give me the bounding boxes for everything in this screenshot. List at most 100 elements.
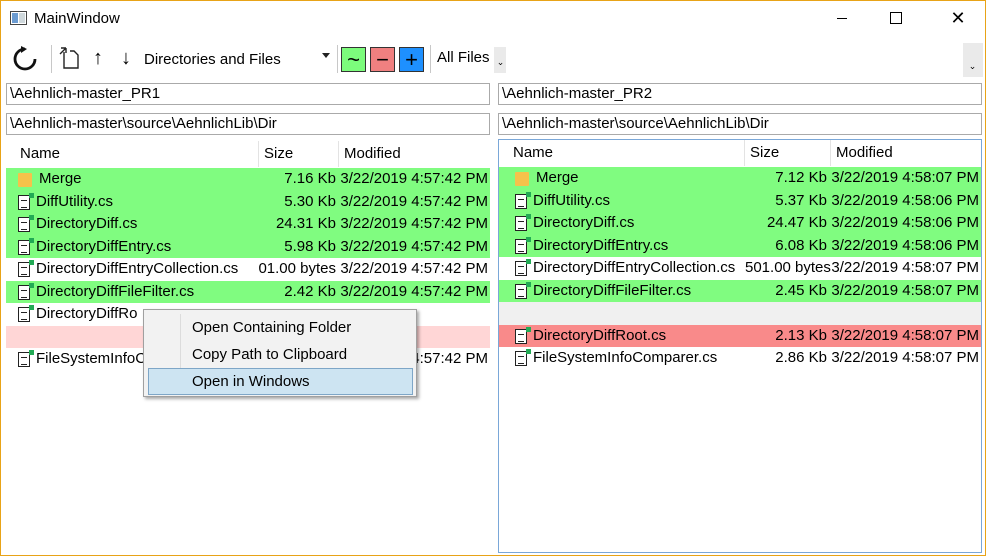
column-size-header[interactable]: Size <box>259 141 339 167</box>
file-name: DirectoryDiffEntry.cs <box>36 237 172 255</box>
table-row[interactable]: Merge 7.12 Kb 3/22/2019 4:58:07 PM <box>499 167 981 190</box>
cell-name: DirectoryDiffFileFilter.cs <box>499 280 745 303</box>
cell-modified: 3/22/2019 4:58:07 PM <box>831 349 979 366</box>
folder-icon <box>18 173 32 188</box>
file-icon <box>18 350 34 368</box>
right-current-path[interactable]: \Aehnlich-master\source\AehnlichLib\Dir <box>498 113 982 135</box>
cell-modified: 3/22/2019 4:58:07 PM <box>831 169 979 186</box>
cell-modified: 3/22/2019 4:58:06 PM <box>831 236 979 254</box>
cell-size: 7.16 Kb <box>284 170 336 187</box>
show-equal-button[interactable]: ~ <box>341 47 366 72</box>
file-icon <box>515 214 531 232</box>
cell-name: DirectoryDiffFileFilter.cs <box>6 281 258 304</box>
cell-modified: 3/22/2019 4:58:06 PM <box>831 214 979 231</box>
file-filter-dropdown[interactable]: ⌄ <box>494 47 506 73</box>
file-name: DirectoryDiffFileFilter.cs <box>36 282 195 300</box>
file-icon <box>515 326 531 344</box>
cell-size: 7.12 Kb <box>775 169 827 186</box>
column-modified-header[interactable]: Modified <box>339 141 490 167</box>
cell-name: DirectoryDiffEntry.cs <box>499 235 745 258</box>
menu-item-copy-path[interactable]: Copy Path to Clipboard <box>148 341 413 368</box>
view-mode-select[interactable]: Directories and Files <box>144 46 334 72</box>
table-row[interactable]: DirectoryDiff.cs 24.31 Kb 3/22/2019 4:57:4… <box>6 213 490 236</box>
cell-size: 2.13 Kb <box>775 326 827 344</box>
down-arrow-button[interactable]: ↓ <box>115 45 137 71</box>
file-icon <box>515 349 531 367</box>
cell-modified: 3/22/2019 4:57:42 PM <box>340 260 488 277</box>
cell-size: 2.45 Kb <box>775 281 827 299</box>
toolbar: ↑ ↓ Directories and Files ~ − + All File… <box>1 41 985 77</box>
file-name: DiffUtility.cs <box>36 192 113 210</box>
cell-size: 5.37 Kb <box>775 191 827 209</box>
table-row[interactable]: DiffUtility.cs 5.30 Kb 3/22/2019 4:57:42 P… <box>6 190 490 214</box>
minimize-button[interactable] <box>819 1 865 35</box>
show-deleted-button[interactable]: − <box>370 47 395 72</box>
file-icon <box>18 260 34 278</box>
file-name: Merge <box>536 169 579 186</box>
file-filter-value[interactable]: All Files <box>437 49 490 66</box>
table-row[interactable]: DirectoryDiff.cs 24.47 Kb 3/22/2019 4:58:0… <box>499 212 981 235</box>
table-row[interactable]: DirectoryDiffRoot.cs 2.13 Kb 3/22/2019 4:5… <box>499 324 981 347</box>
toolbar-separator <box>51 45 52 73</box>
file-name: Merge <box>39 170 82 187</box>
toolbar-separator <box>337 45 338 73</box>
table-row[interactable]: DirectoryDiffEntry.cs 5.98 Kb 3/22/2019 4:… <box>6 235 490 259</box>
cell-size: 24.31 Kb <box>275 215 336 232</box>
table-row[interactable]: FileSystemInfoComparer.cs 2.86 Kb 3/22/201… <box>499 347 981 370</box>
left-root-path[interactable]: \Aehnlich-master_PR1 <box>6 83 490 105</box>
cell-size: 501.00 bytes <box>745 259 831 276</box>
cell-size: 5.30 Kb <box>284 192 336 210</box>
column-name-header[interactable]: Name <box>6 141 259 167</box>
right-rows: Merge 7.12 Kb 3/22/2019 4:58:07 PM DiffUtil… <box>499 167 981 370</box>
open-folder-icon <box>59 47 79 69</box>
title-bar[interactable]: MainWindow ✕ <box>1 1 985 35</box>
open-folder-button[interactable] <box>57 45 81 71</box>
cell-size <box>745 302 831 325</box>
folder-icon <box>515 172 529 187</box>
cell-modified: 3/22/2019 4:57:42 PM <box>340 215 488 232</box>
file-name: DirectoryDiffRo <box>36 305 138 322</box>
refresh-button[interactable] <box>9 43 41 75</box>
file-icon <box>18 305 34 323</box>
file-name: FileSystemInfoC <box>36 350 147 367</box>
table-row[interactable]: DirectoryDiffEntryCollection.cs 01.00 byt… <box>6 258 490 281</box>
close-button[interactable]: ✕ <box>935 1 981 35</box>
show-added-button[interactable]: + <box>399 47 424 72</box>
right-file-list[interactable]: Name Size Modified Merge 7.12 Kb 3/22/2019… <box>498 139 982 553</box>
file-icon <box>515 236 531 254</box>
maximize-button[interactable] <box>873 1 919 35</box>
file-name: DirectoryDiffEntryCollection.cs <box>533 259 736 276</box>
cell-name: DiffUtility.cs <box>6 191 258 214</box>
table-row[interactable]: DirectoryDiffFileFilter.cs 2.45 Kb 3/22/20… <box>499 279 981 303</box>
file-name: DirectoryDiffFileFilter.cs <box>533 281 692 299</box>
table-row[interactable]: DiffUtility.cs 5.37 Kb 3/22/2019 4:58:06 P… <box>499 189 981 212</box>
table-row[interactable]: DirectoryDiffFileFilter.cs 2.42 Kb 3/22/20… <box>6 280 490 304</box>
file-icon <box>18 192 34 210</box>
file-icon <box>515 281 531 299</box>
cell-modified: 3/22/2019 4:57:42 PM <box>340 282 488 300</box>
column-header: Name Size Modified <box>6 141 490 167</box>
column-name-header[interactable]: Name <box>499 140 745 166</box>
cell-size: 5.98 Kb <box>284 237 336 255</box>
file-name: DirectoryDiff.cs <box>36 215 138 232</box>
column-size-header[interactable]: Size <box>745 140 831 166</box>
cell-modified: 3/22/2019 4:58:07 PM <box>831 259 979 276</box>
cell-modified: 3/22/2019 4:58:07 PM <box>831 281 979 299</box>
table-row[interactable]: Merge 7.16 Kb 3/22/2019 4:57:42 PM <box>6 168 490 191</box>
left-current-path[interactable]: \Aehnlich-master\source\AehnlichLib\Dir <box>6 113 490 135</box>
column-modified-header[interactable]: Modified <box>831 140 981 166</box>
table-row[interactable] <box>499 302 981 325</box>
menu-item-open-containing-folder[interactable]: Open Containing Folder <box>148 314 413 341</box>
cell-name: DirectoryDiffEntryCollection.cs <box>499 257 745 280</box>
cell-name: DirectoryDiffEntry.cs <box>6 236 258 259</box>
toolbar-separator <box>430 45 431 73</box>
toolbar-overflow-button[interactable]: ⌄ <box>963 43 983 77</box>
menu-item-open-in-windows[interactable]: Open in Windows <box>148 368 413 395</box>
up-arrow-button[interactable]: ↑ <box>87 45 109 71</box>
right-root-path[interactable]: \Aehnlich-master_PR2 <box>498 83 982 105</box>
table-row[interactable]: DirectoryDiffEntry.cs 6.08 Kb 3/22/2019 4:… <box>499 234 981 258</box>
file-icon <box>515 259 531 277</box>
table-row[interactable]: DirectoryDiffEntryCollection.cs 501.00 by… <box>499 257 981 280</box>
cell-size: 24.47 Kb <box>766 214 827 231</box>
column-header: Name Size Modified <box>499 140 981 166</box>
